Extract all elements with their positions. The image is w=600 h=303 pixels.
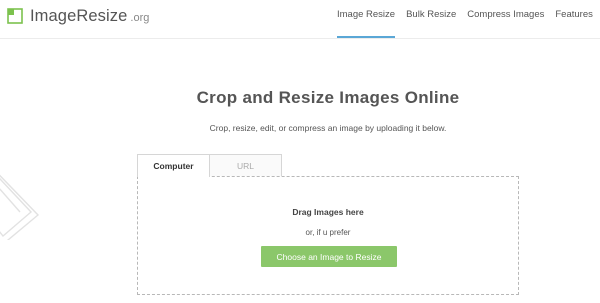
- drop-subtext: or, if u prefer: [305, 228, 351, 237]
- logo-icon: [7, 8, 23, 24]
- logo-tld: .org: [130, 12, 150, 24]
- page-subtitle: Crop, resize, edit, or compress an image…: [209, 123, 447, 133]
- choose-image-button[interactable]: Choose an Image to Resize: [261, 246, 397, 267]
- site-logo[interactable]: ImageResize .org: [7, 5, 149, 27]
- nav-features[interactable]: Features: [555, 0, 593, 38]
- page-title: Crop and Resize Images Online: [196, 88, 460, 107]
- drop-heading: Drag Images here: [292, 207, 364, 217]
- site-header: ImageResize .org Image Resize Bulk Resiz…: [0, 0, 600, 39]
- tab-computer[interactable]: Computer: [137, 154, 210, 177]
- decorative-photo-illustration: [0, 174, 40, 240]
- tab-url[interactable]: URL: [209, 154, 282, 176]
- logo-name: ImageResize: [30, 6, 128, 25]
- nav-bulk-resize[interactable]: Bulk Resize: [406, 0, 456, 38]
- main-nav: Image Resize Bulk Resize Compress Images…: [337, 0, 600, 38]
- image-drop-zone[interactable]: Drag Images here or, if u prefer Choose …: [137, 176, 519, 295]
- nav-compress-images[interactable]: Compress Images: [467, 0, 544, 38]
- nav-image-resize[interactable]: Image Resize: [337, 0, 396, 38]
